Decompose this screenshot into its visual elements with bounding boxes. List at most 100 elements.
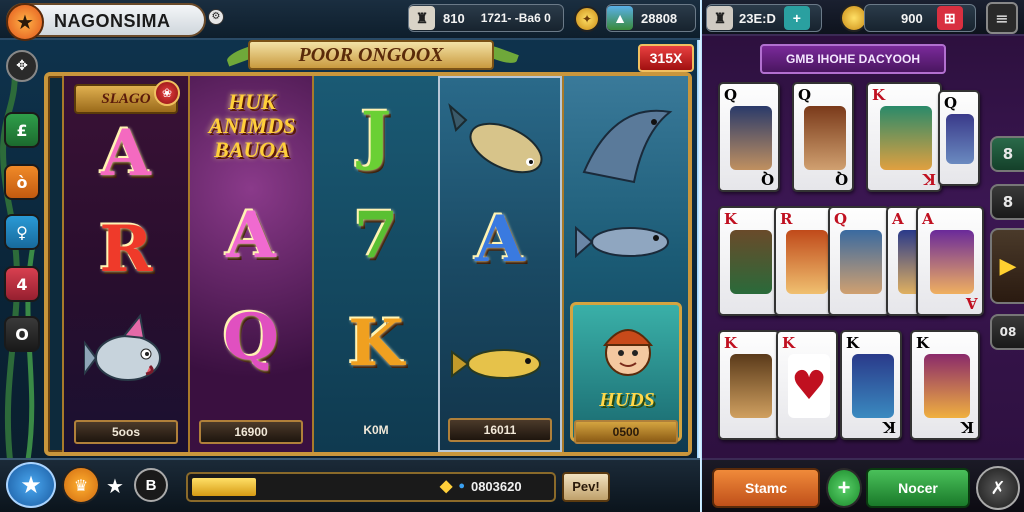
stat-a: 810 — [443, 10, 465, 26]
landscape-icon: ▲ — [607, 6, 633, 30]
reel-5-label: 0500 — [574, 420, 678, 444]
card-face — [840, 230, 882, 294]
card[interactable]: K ♥ — [776, 330, 838, 440]
right-top-bar: ♜ 23E:D + 900 ⊞ ≡ — [702, 0, 1024, 36]
card-face — [880, 106, 932, 170]
card[interactable]: K K — [840, 330, 902, 440]
round-button[interactable]: B — [134, 468, 168, 502]
castle-icon: ♜ — [707, 6, 733, 30]
card-rank: A — [892, 210, 904, 228]
card-face — [804, 106, 846, 170]
star-outline-icon[interactable]: ★ — [106, 474, 124, 498]
card-rank: K — [724, 210, 738, 228]
hamburger-menu-icon[interactable]: ≡ — [986, 2, 1018, 34]
hero-portrait-icon — [602, 329, 654, 376]
tuna-fish-icon — [448, 103, 543, 174]
right-coins: 900 ⊞ — [864, 4, 976, 32]
card-face — [946, 114, 974, 164]
card[interactable]: Q — [828, 206, 890, 316]
card-rank: K — [724, 334, 738, 352]
gold-bar-icon: ◆ — [440, 478, 453, 495]
card-rank: A — [966, 294, 978, 312]
side-button-3[interactable]: ♀ — [4, 214, 40, 250]
symbol-a: A — [475, 202, 525, 277]
symbol-q: Q — [223, 300, 279, 375]
card[interactable]: Q Q — [792, 82, 854, 192]
right-credits-value: 23E:D — [739, 10, 776, 26]
symbol-k: K — [348, 306, 404, 381]
game-logo[interactable]: ★ NAGONSIMA ⚙ — [6, 3, 224, 41]
machine-title: POOR ONGOOX — [248, 40, 494, 70]
card-face — [852, 354, 894, 418]
right-credits: ♜ 23E:D + — [706, 4, 822, 32]
coin-value: 28808 — [641, 10, 678, 26]
symbol-a: A — [101, 116, 151, 191]
reel-2: HUK ANIMDS BAUOA A Q 16900 — [188, 76, 312, 452]
stamp-button[interactable]: Stamc — [712, 468, 820, 508]
promo-text: HUK ANIMDS BAUOA — [208, 89, 296, 162]
bet-button[interactable]: Pev! — [562, 472, 610, 502]
reel-1-label: 5oos — [74, 420, 178, 444]
hero-label: HUDS — [599, 389, 655, 411]
card[interactable]: Q Q — [718, 82, 780, 192]
card[interactable]: K — [718, 330, 780, 440]
card-rank: K — [846, 334, 860, 352]
balance-display: ◆ ● 0803620 — [440, 476, 522, 496]
card-grid: Q Q Q Q K K Q K R Q A A A K K ♥ K K K K — [716, 80, 986, 450]
menu-button[interactable]: ✥ — [6, 50, 38, 82]
multiplier-badge: 315X — [638, 44, 694, 72]
side-button-2[interactable]: ò — [4, 164, 40, 200]
gift-icon[interactable]: ⊞ — [936, 6, 963, 30]
card-face — [930, 230, 974, 294]
logo-text: NAGONSIMA — [54, 11, 171, 31]
settings-icon[interactable]: ⚙ — [208, 9, 224, 25]
card[interactable]: A A — [916, 206, 984, 316]
dolphin-icon — [582, 109, 673, 184]
card-face — [730, 106, 772, 170]
castle-icon: ♜ — [409, 6, 435, 30]
side-button-4[interactable]: 4 — [4, 266, 40, 302]
nocer-button[interactable]: Nocer — [866, 468, 970, 508]
play-arrow-button[interactable]: ▶ — [990, 228, 1024, 304]
card[interactable]: R — [774, 206, 836, 316]
reel-3: J 7 K K0M — [312, 76, 438, 452]
right-side-button-2[interactable]: 8 — [990, 184, 1024, 220]
yellow-fish-icon — [451, 349, 541, 379]
add-button[interactable]: + — [826, 468, 862, 508]
star-icon: ★ — [20, 471, 42, 499]
add-credits-icon[interactable]: + — [783, 6, 810, 30]
tools-icon[interactable]: ✗ — [976, 466, 1020, 510]
card-rank: K — [882, 418, 896, 436]
card-rank: Q — [760, 170, 774, 188]
right-side-button-4[interactable]: 08 — [990, 314, 1024, 350]
card-rank: K — [872, 86, 886, 104]
card[interactable]: Q — [938, 90, 980, 186]
heart-suit-icon: ♥ — [788, 354, 830, 418]
side-button-5[interactable]: O — [4, 316, 40, 352]
game-screen: ★ NAGONSIMA ⚙ ♜ 810 1721- -Ba6 0 ✦ ▲ 288… — [0, 0, 1024, 512]
star-icon: ★ — [6, 3, 44, 41]
coin-counter: ▲ 28808 — [606, 4, 696, 32]
crown-button[interactable]: ♛ — [62, 466, 100, 504]
card[interactable]: K K — [866, 82, 942, 192]
card-face — [730, 230, 772, 294]
swordfish-icon — [575, 225, 669, 259]
right-side-button-1[interactable]: 8 — [990, 136, 1024, 172]
card-rank: Q — [834, 170, 848, 188]
stat-counter: ♜ 810 1721- -Ba6 0 — [408, 4, 564, 32]
card-rank: Q — [724, 86, 738, 104]
side-button-1[interactable]: £ — [4, 112, 40, 148]
reel-3-label: K0M — [363, 423, 389, 437]
card-rank: A — [922, 210, 934, 228]
symbol-7: 7 — [353, 198, 399, 273]
card-rank: Q — [798, 86, 812, 104]
card-rank: K — [782, 334, 796, 352]
favorite-star-button[interactable]: ★ — [6, 462, 56, 508]
card[interactable]: K K — [910, 330, 980, 440]
card[interactable]: K — [718, 206, 780, 316]
reel-4: A 16011 — [438, 76, 562, 452]
card-face — [730, 354, 772, 418]
balance-value: 0803620 — [470, 478, 522, 494]
symbol-r: R — [99, 212, 153, 287]
reel-1: SLAGO ❀ A R 5oos — [62, 76, 188, 452]
